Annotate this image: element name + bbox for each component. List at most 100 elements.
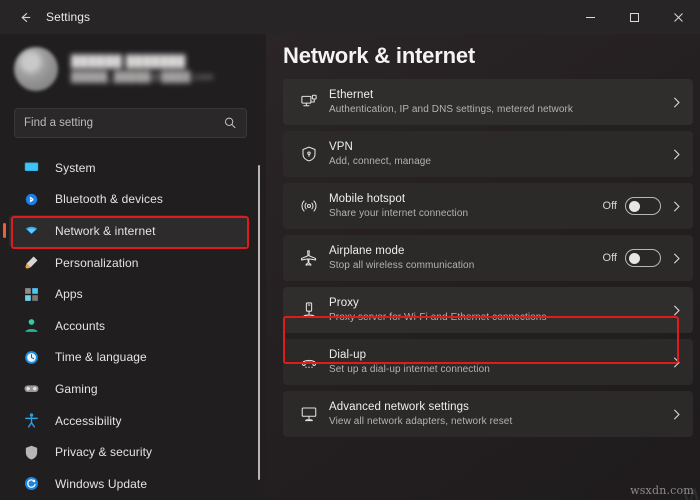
paintbrush-icon [22,253,41,272]
page-title: Network & internet [283,43,475,68]
sidebar-item-gaming[interactable]: Gaming [9,373,247,405]
sidebar-item-label: Windows Update [55,476,148,491]
row-title: VPN [329,141,353,153]
settings-row-vpn[interactable]: VPN Add, connect, manage [283,131,693,177]
row-text: VPN Add, connect, manage [329,140,669,168]
sidebar-item-accounts[interactable]: Accounts [9,310,247,342]
system-monitor-icon [22,158,41,177]
hotspot-broadcast-icon [289,197,329,215]
sidebar-item-apps[interactable]: Apps [9,278,247,310]
toggle-switch[interactable] [625,249,661,267]
sidebar-scrollbar[interactable] [258,165,260,480]
account-tile[interactable]: ██████ ███████ █████_█████@████.com [14,43,266,95]
sidebar: ██████ ███████ █████_█████@████.com Syst… [0,34,266,500]
chevron-right-icon[interactable] [669,147,684,162]
sidebar-item-label: Gaming [55,381,98,396]
sidebar-item-label: System [55,160,96,175]
sidebar-item-label: Network & internet [55,223,156,238]
maximize-button[interactable] [612,0,656,34]
row-text: Advanced network settings View all networ… [329,400,669,428]
search-icon [223,116,237,130]
row-right-controls: Off [603,197,684,215]
sidebar-item-bluetooth-devices[interactable]: Bluetooth & devices [9,184,247,216]
row-text: Airplane mode Stop all wireless communica… [329,244,603,272]
settings-window: Settings ██████ ███████ █████_█████@████… [0,0,700,500]
sidebar-item-accessibility[interactable]: Accessibility [9,405,247,437]
sidebar-item-label: Accounts [55,318,106,333]
title-bar: Settings [0,0,700,34]
row-text: Proxy Proxy server for Wi-Fi and Ethernet… [329,296,669,324]
airplane-icon [289,249,329,267]
settings-row-dial-up[interactable]: Dial-up Set up a dial-up internet connect… [283,339,693,385]
toggle-state-label: Off [602,200,617,212]
settings-row-proxy[interactable]: Proxy Proxy server for Wi-Fi and Ethernet… [283,287,693,333]
row-subtitle: Add, connect, manage [329,156,432,167]
dialup-phone-icon [289,353,329,371]
sidebar-nav: System Bluetooth & devices Network & inter… [0,152,266,500]
settings-row-airplane-mode[interactable]: Airplane mode Stop all wireless communica… [283,235,693,281]
row-title: Ethernet [329,89,374,101]
back-button[interactable] [8,2,42,32]
chevron-right-icon[interactable] [669,199,684,214]
account-name: ██████ ███████ [71,55,186,68]
sidebar-item-system[interactable]: System [9,152,247,184]
account-email: █████_█████@████.com [71,71,214,83]
proxy-server-icon [289,301,329,319]
row-subtitle: View all network adapters, network reset [329,416,513,427]
search-box[interactable] [14,108,247,138]
row-right-controls [669,147,684,162]
row-right-controls [669,95,684,110]
row-right-controls: Off [603,249,684,267]
chevron-right-icon[interactable] [669,303,684,318]
main-content: Network & internet Ethernet Authenticatio… [266,34,700,500]
window-controls [568,0,700,34]
search-input[interactable] [24,117,223,129]
sidebar-item-label: Apps [55,287,83,302]
toggle-state-label: Off [602,252,617,264]
sidebar-item-label: Time & language [55,350,147,365]
sidebar-item-time-language[interactable]: Time & language [9,342,247,374]
chevron-right-icon[interactable] [669,251,684,266]
sidebar-item-label: Accessibility [55,413,122,428]
row-text: Ethernet Authentication, IP and DNS setti… [329,88,669,116]
account-text: ██████ ███████ █████_█████@████.com [71,55,214,84]
row-right-controls [669,407,684,422]
accessibility-icon [22,411,41,430]
row-subtitle: Set up a dial-up internet connection [329,364,490,375]
apps-grid-icon [22,285,41,304]
settings-row-mobile-hotspot[interactable]: Mobile hotspot Share your internet connec… [283,183,693,229]
chevron-right-icon[interactable] [669,407,684,422]
sidebar-item-label: Privacy & security [55,445,153,460]
row-title: Airplane mode [329,245,405,257]
ethernet-monitor-icon [289,93,329,111]
close-button[interactable] [656,0,700,34]
minimize-button[interactable] [568,0,612,34]
sidebar-item-windows-update[interactable]: Windows Update [9,468,247,500]
sidebar-item-label: Bluetooth & devices [55,192,163,207]
avatar [14,47,58,91]
sidebar-item-network-internet[interactable]: Network & internet [3,215,247,247]
chevron-right-icon[interactable] [669,355,684,370]
update-refresh-icon [22,474,41,493]
chevron-right-icon[interactable] [669,95,684,110]
sidebar-item-personalization[interactable]: Personalization [9,247,247,279]
vpn-shield-icon [289,145,329,163]
sidebar-item-label: Personalization [55,255,139,270]
gamepad-icon [22,379,41,398]
clock-globe-icon [22,348,41,367]
person-icon [22,316,41,335]
row-text: Mobile hotspot Share your internet connec… [329,192,603,220]
row-subtitle: Proxy server for Wi-Fi and Ethernet conn… [329,312,547,323]
watermark-site: wsxdn.com [630,484,694,497]
wifi-icon [22,221,41,240]
row-right-controls [669,355,684,370]
settings-row-ethernet[interactable]: Ethernet Authentication, IP and DNS setti… [283,79,693,125]
settings-row-advanced-network-settings[interactable]: Advanced network settings View all networ… [283,391,693,437]
row-subtitle: Authentication, IP and DNS settings, met… [329,104,574,115]
row-title: Mobile hotspot [329,193,406,205]
sidebar-item-privacy-security[interactable]: Privacy & security [9,436,247,468]
toggle-switch[interactable] [625,197,661,215]
settings-row-list: Ethernet Authentication, IP and DNS setti… [283,79,693,443]
row-title: Proxy [329,297,359,309]
advanced-network-monitor-icon [289,405,329,423]
